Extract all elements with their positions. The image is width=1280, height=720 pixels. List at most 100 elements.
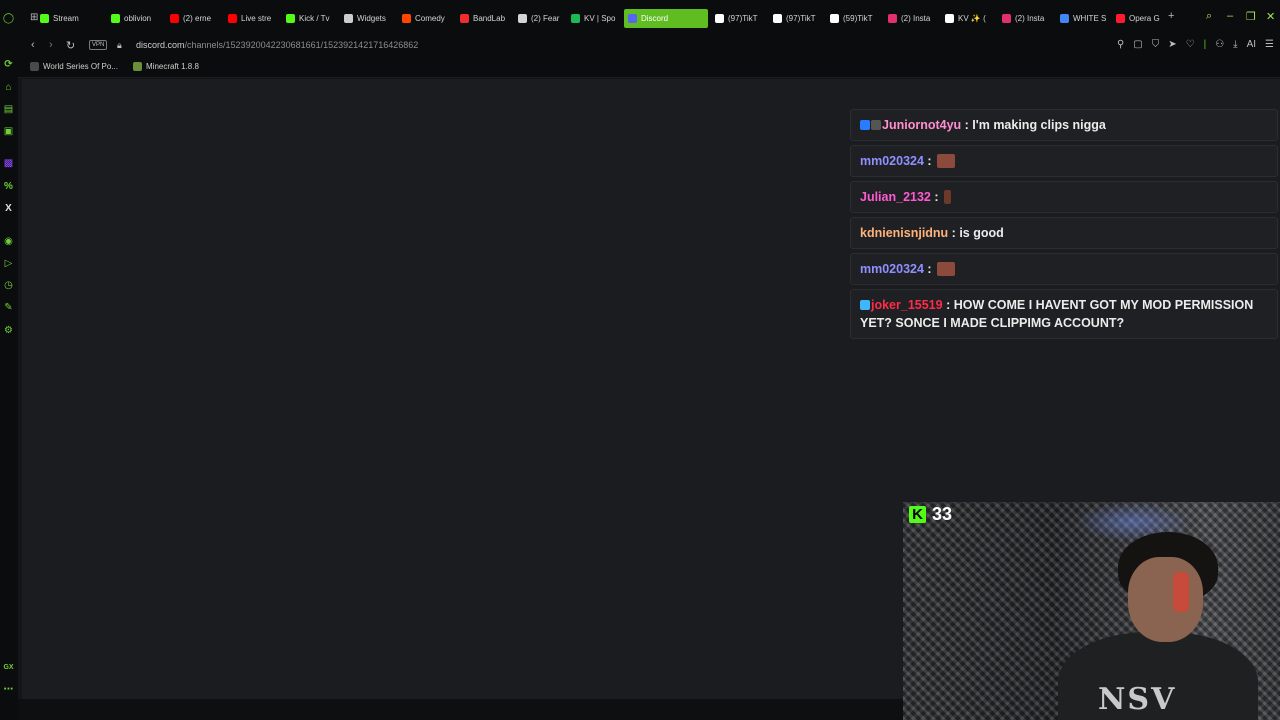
tab-15[interactable]: KV ✨ ( <box>941 9 995 28</box>
shield-icon[interactable]: ⛉ <box>1152 39 1160 50</box>
tab-14[interactable]: (2) Insta <box>884 9 940 28</box>
forward-arrow-icon[interactable]: › <box>49 39 53 51</box>
tab-2[interactable]: (2) erne <box>166 9 222 28</box>
chat-separator: : <box>961 118 973 132</box>
back-arrow-icon[interactable]: ‹ <box>31 39 35 51</box>
bookmark-minecraft[interactable]: Minecraft 1.8.8 <box>133 62 199 71</box>
opera-logo-icon[interactable]: ◯ <box>2 12 15 25</box>
person-face <box>1128 557 1203 642</box>
opera-icon <box>1116 14 1125 23</box>
tab-1[interactable]: oblivion <box>107 9 163 28</box>
player-icon[interactable]: ▷ <box>2 257 15 270</box>
tab-label: (2) erne <box>183 14 212 23</box>
x-twitter-icon[interactable]: X <box>2 202 15 215</box>
tab-label: oblivion <box>124 14 152 23</box>
url-field[interactable]: discord.com/channels/1523920042230681661… <box>136 40 418 50</box>
tab-18[interactable]: Opera G <box>1112 9 1166 28</box>
tab-9[interactable]: KV | Spo <box>567 9 621 28</box>
d-icon <box>286 14 295 23</box>
download-icon[interactable]: ⤓ <box>1233 39 1237 50</box>
bookmark-wsop[interactable]: World Series Of Po... <box>30 62 118 71</box>
address-bar: ‹ › ↻ VPN 🔒︎ discord.com/channels/152392… <box>18 36 1280 56</box>
reddit-icon <box>402 14 411 23</box>
history-icon[interactable]: ◷ <box>2 279 15 292</box>
tab-label: Discord <box>641 14 669 23</box>
tab-16[interactable]: (2) Insta <box>998 9 1054 28</box>
tab-3[interactable]: Live stre <box>224 9 280 28</box>
x-icon <box>518 14 527 23</box>
url-path: /channels/1523920042230681661/1523921421… <box>184 40 419 50</box>
heart-icon[interactable]: ♡ <box>1186 39 1195 50</box>
more-dots-icon[interactable]: ⋯ <box>2 683 15 696</box>
chat-message: mm020324 : <box>850 253 1278 285</box>
user-badge-icon <box>871 120 881 130</box>
minimize-icon[interactable]: – <box>1227 10 1233 22</box>
tab-label: Opera G <box>1129 14 1160 23</box>
speed-dial-icon[interactable]: ⌂ <box>2 81 15 94</box>
chat-text: is good <box>959 226 1004 240</box>
tab-5[interactable]: Widgets <box>340 9 396 28</box>
gx-control-icon[interactable]: ⟳ <box>2 58 15 71</box>
messenger-icon[interactable]: ▣ <box>2 125 15 138</box>
bookmarks-bar: World Series Of Po... Minecraft 1.8.8 <box>18 56 1280 78</box>
lock-icon[interactable]: 🔒︎ <box>117 40 122 51</box>
tab-7[interactable]: BandLab <box>456 9 512 28</box>
vpn-badge[interactable]: VPN <box>89 40 108 50</box>
settings-gear-icon[interactable]: ⚙ <box>2 324 15 337</box>
tab-13[interactable]: (59)TikT <box>826 9 882 28</box>
ai-assistant-icon[interactable]: AI <box>1247 39 1256 50</box>
tab-label: WHITE S <box>1073 14 1107 23</box>
new-tab-plus-icon[interactable]: + <box>1168 10 1174 22</box>
tab-label: (97)TikT <box>728 14 758 23</box>
tab-10[interactable]: Discord <box>624 9 708 28</box>
youtube-icon <box>170 14 179 23</box>
chat-username: joker_15519 <box>871 298 943 312</box>
twitch-icon[interactable]: ▩ <box>2 157 15 170</box>
tab-label: KV | Spo <box>584 14 616 23</box>
instagram-icon <box>1002 14 1011 23</box>
send-icon[interactable]: ➤ <box>1168 39 1176 50</box>
percent-icon[interactable]: % <box>2 180 15 193</box>
chat-username: mm020324 <box>860 262 924 276</box>
chat-message: mm020324 : <box>850 145 1278 177</box>
reload-icon[interactable]: ↻ <box>66 39 75 52</box>
bookmark-minecraft-label: Minecraft 1.8.8 <box>146 62 199 71</box>
menu-icon[interactable]: ☰ <box>1265 39 1274 50</box>
pin-icon[interactable]: ⚲ <box>1117 39 1124 50</box>
bookmark-wsop-icon <box>30 62 39 71</box>
tab-6[interactable]: Comedy <box>398 9 454 28</box>
tiktok-icon <box>945 14 954 23</box>
user-badge-icon <box>860 300 870 310</box>
tab-17[interactable]: WHITE S <box>1056 9 1110 28</box>
browser-window: ◯ ⟳ ⌂ ▤ ▣ ▩ % X ◉ ▷ ◷ ✎ ⚙ GX ⋯ ⊞ Stream o… <box>0 0 1280 720</box>
spotify-icon <box>571 14 580 23</box>
kick-icon <box>111 14 120 23</box>
chat-separator: : <box>923 262 936 276</box>
tab-label: KV ✨ ( <box>958 14 986 23</box>
profile-icon[interactable]: ⚇ <box>1215 39 1224 50</box>
instagram-icon <box>888 14 897 23</box>
chat-username: Juniornot4yu <box>882 118 962 132</box>
extensions-icon[interactable]: ✎ <box>2 301 15 314</box>
close-window-icon[interactable]: ✕ <box>1266 10 1275 23</box>
tab-0[interactable]: Stream <box>36 9 98 28</box>
search-tabs-icon[interactable]: ⌕ <box>1206 10 1212 23</box>
tab-label: Comedy <box>415 14 445 23</box>
tab-11[interactable]: (97)TikT <box>711 9 767 28</box>
bookmark-minecraft-icon <box>133 62 142 71</box>
music-player-icon[interactable]: ◉ <box>2 235 15 248</box>
chat-text: I'm making clips nigga <box>972 118 1106 132</box>
snapshot-icon[interactable]: ▢ <box>1133 39 1142 50</box>
tab-12[interactable]: (97)TikT <box>769 9 825 28</box>
tab-label: (2) Insta <box>1015 14 1045 23</box>
chat-separator: : <box>942 298 954 312</box>
google-icon <box>1060 14 1069 23</box>
kick-logo-icon: K <box>909 506 926 523</box>
emote-icon <box>937 262 956 276</box>
tab-8[interactable]: (2) Fear <box>514 9 566 28</box>
chat-overlay: Juniornot4yu : I'm making clips nigga mm0… <box>850 109 1278 343</box>
maximize-icon[interactable]: ❐ <box>1246 10 1256 23</box>
gx-corner-icon[interactable]: ▤ <box>2 103 15 116</box>
chat-separator: : <box>948 226 960 240</box>
tab-4[interactable]: Kick / Tv <box>282 9 338 28</box>
